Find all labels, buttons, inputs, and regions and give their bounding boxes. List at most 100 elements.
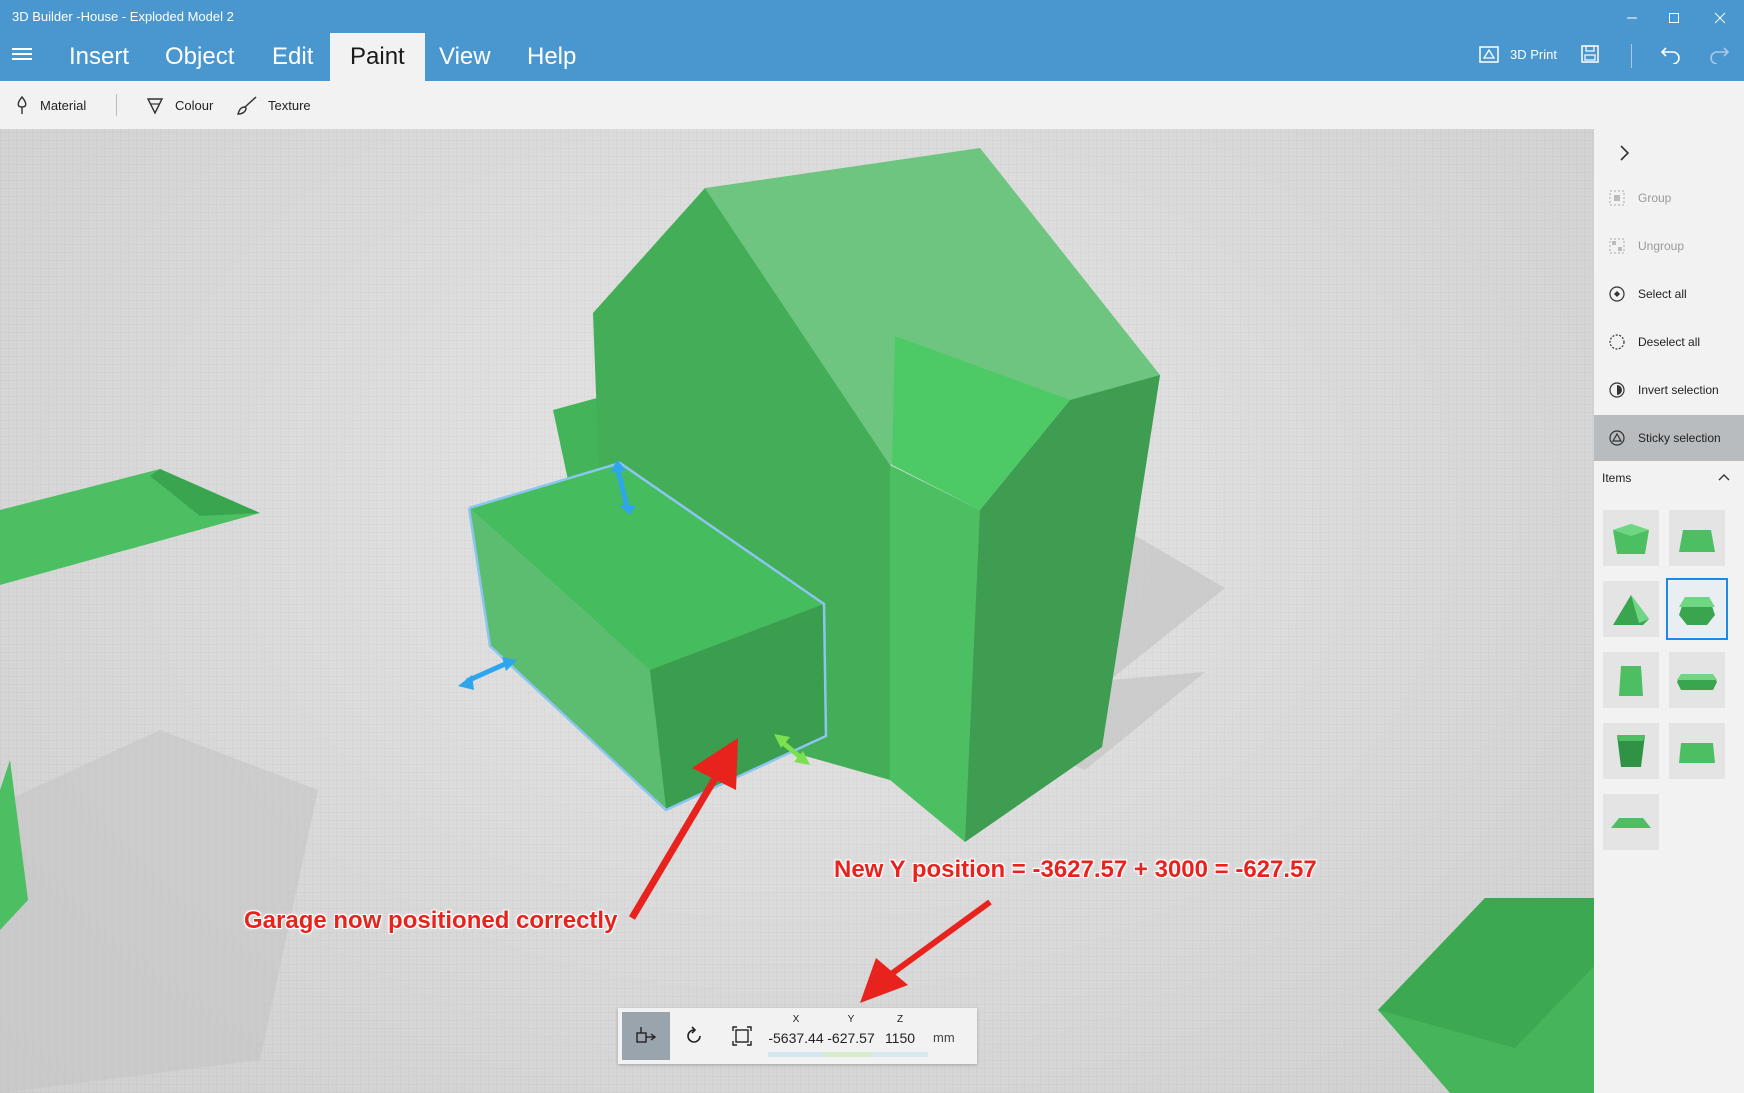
deselect-all-label: Deselect all (1638, 335, 1701, 349)
brush-icon (237, 96, 257, 115)
ribbon-divider (116, 94, 117, 116)
ungroup-button[interactable]: Ungroup (1594, 223, 1744, 269)
maximize-icon (1669, 13, 1679, 23)
scale-icon (732, 1026, 752, 1046)
move-tool-button[interactable] (622, 1012, 670, 1060)
item-thumbnail[interactable] (1603, 652, 1659, 708)
group-label: Group (1638, 191, 1672, 205)
x-label: X (792, 1014, 800, 1025)
x-value: -5637.44 (768, 1030, 824, 1046)
invert-selection-label: Invert selection (1638, 383, 1719, 397)
title-bar: 3D Builder -House - Exploded Model 2 Ins… (0, 0, 1744, 81)
y-value: -627.57 (827, 1030, 875, 1046)
move-icon (636, 1027, 657, 1043)
item-thumbnail-selected[interactable] (1666, 578, 1728, 640)
3d-viewport[interactable]: Garage now positioned correctly New Y po… (0, 129, 1594, 1093)
save-button[interactable] (1580, 44, 1600, 64)
shape-thumbnail-icon (1617, 735, 1645, 767)
transform-toolbar: X -5637.44 Y -627.57 Z 1150 mm (618, 1008, 977, 1064)
unit-label: mm (933, 1030, 955, 1045)
item-thumbnail[interactable] (1603, 723, 1659, 779)
undo-icon (1660, 47, 1680, 64)
undo-button[interactable] (1660, 44, 1682, 64)
material-icon (17, 95, 27, 114)
paint-bucket-icon (146, 98, 164, 115)
scale-tool-button[interactable] (718, 1012, 766, 1060)
3d-print-label: 3D Print (1510, 46, 1557, 62)
group-button[interactable]: Group (1594, 175, 1744, 221)
item-thumbnail[interactable] (1603, 581, 1659, 637)
invert-selection-icon (1608, 381, 1626, 399)
garage-annotation: Garage now positioned correctly (244, 907, 618, 934)
texture-button[interactable]: Texture (236, 93, 311, 117)
side-panel: Group Ungroup Select all Deselect all In… (1594, 129, 1744, 1093)
colour-button[interactable]: Colour (145, 93, 213, 117)
collapse-panel-button[interactable] (1612, 141, 1636, 165)
shape-thumbnail-icon (1619, 666, 1643, 696)
minimize-icon (1627, 17, 1637, 19)
items-heading: Items (1602, 471, 1632, 485)
close-button[interactable] (1698, 4, 1742, 32)
rotate-tool-button[interactable] (670, 1012, 718, 1060)
item-thumbnail[interactable] (1603, 794, 1659, 850)
redo-icon (1710, 47, 1730, 64)
save-icon (1581, 45, 1599, 63)
hamburger-menu-button[interactable] (12, 48, 32, 62)
model-part-left (0, 469, 260, 585)
window-title: 3D Builder -House - Exploded Model 2 (12, 9, 234, 24)
y-coordinate-field[interactable]: Y -627.57 (823, 1014, 879, 1057)
items-collapse-button[interactable] (1716, 469, 1732, 485)
material-button[interactable]: Material (14, 93, 86, 117)
shape-thumbnail-icon (1679, 597, 1715, 625)
z-label: Z (896, 1014, 904, 1025)
group-icon (1608, 189, 1626, 207)
item-thumbnail[interactable] (1669, 723, 1725, 779)
menu-object[interactable]: Object (145, 33, 254, 81)
menu-help[interactable]: Help (507, 33, 596, 81)
menu-insert[interactable]: Insert (49, 33, 149, 81)
chevron-up-icon (1718, 474, 1730, 481)
menu-edit[interactable]: Edit (252, 33, 333, 81)
texture-label: Texture (268, 97, 311, 113)
ungroup-label: Ungroup (1638, 239, 1685, 253)
z-value: 1150 (884, 1030, 916, 1046)
chevron-right-icon (1620, 145, 1630, 161)
material-label: Material (40, 97, 87, 113)
invert-selection-button[interactable]: Invert selection (1594, 367, 1744, 413)
menu-paint[interactable]: Paint (330, 33, 425, 81)
move-x-handle[interactable] (458, 657, 517, 690)
redo-button[interactable] (1708, 44, 1730, 64)
annotation-arrow (860, 899, 992, 1003)
item-thumbnail[interactable] (1669, 510, 1725, 566)
paint-ribbon: Material Colour Texture (0, 81, 1744, 129)
rotate-icon (687, 1026, 701, 1043)
shape-thumbnail-icon (1613, 595, 1649, 625)
select-all-icon (1608, 285, 1626, 303)
shape-thumbnail-icon (1679, 530, 1715, 552)
3d-print-button[interactable]: 3D Print (1478, 44, 1557, 64)
sticky-selection-button[interactable]: Sticky selection (1594, 415, 1744, 461)
colour-label: Colour (175, 97, 214, 113)
select-all-label: Select all (1638, 287, 1687, 301)
shape-thumbnail-icon (1611, 818, 1651, 828)
shape-thumbnail-icon (1677, 674, 1717, 690)
x-coordinate-field[interactable]: X -5637.44 (768, 1014, 824, 1057)
close-icon (1714, 12, 1726, 24)
minimize-button[interactable] (1610, 4, 1654, 32)
sticky-selection-icon (1608, 429, 1626, 447)
item-thumbnail[interactable] (1669, 652, 1725, 708)
3d-print-icon (1479, 46, 1499, 63)
y-position-annotation: New Y position = -3627.57 + 3000 = -627.… (834, 856, 1317, 883)
select-all-button[interactable]: Select all (1594, 271, 1744, 317)
maximize-button[interactable] (1652, 4, 1696, 32)
sticky-selection-label: Sticky selection (1638, 431, 1721, 445)
ungroup-icon (1608, 237, 1626, 255)
menu-view[interactable]: View (419, 33, 511, 81)
z-coordinate-field[interactable]: Z 1150 (872, 1014, 928, 1057)
item-thumbnail[interactable] (1603, 510, 1659, 566)
3d-scene (0, 148, 1594, 1093)
deselect-all-button[interactable]: Deselect all (1594, 319, 1744, 365)
y-label: Y (847, 1014, 855, 1025)
toolbar-divider (1631, 44, 1632, 68)
shape-thumbnail-icon (1613, 524, 1649, 554)
